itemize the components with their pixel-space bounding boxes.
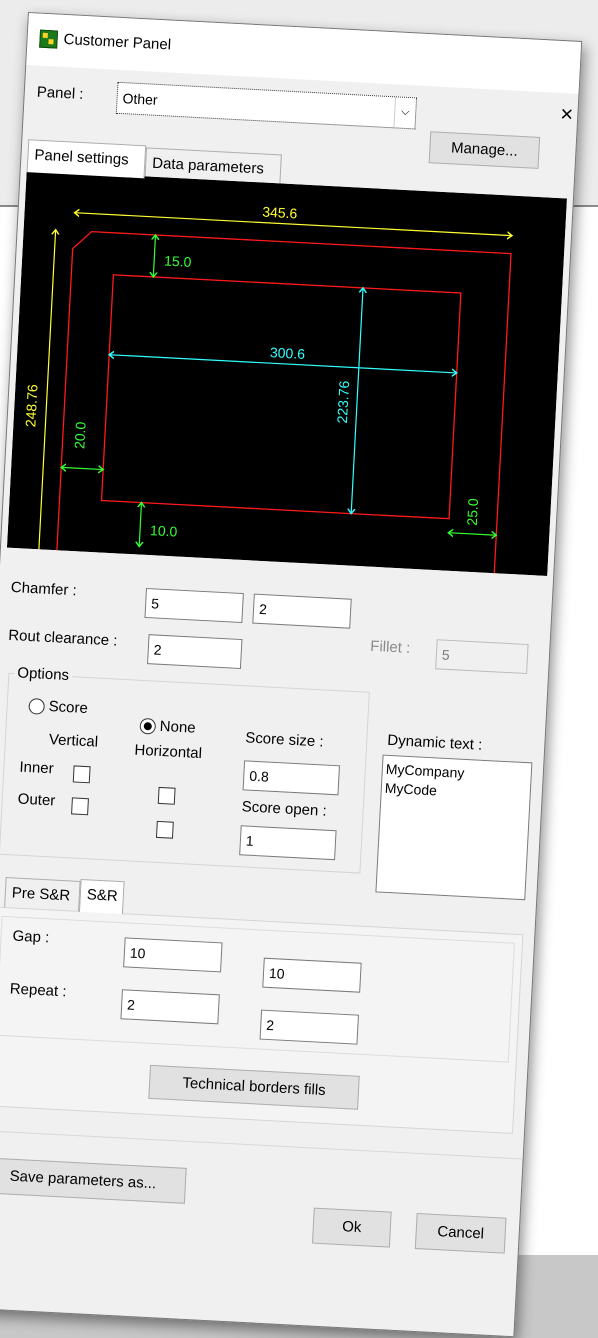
close-icon[interactable]: × bbox=[560, 101, 574, 127]
dynamic-text-label: Dynamic text : bbox=[386, 731, 483, 754]
chevron-down-icon[interactable]: ⌵ bbox=[393, 97, 417, 129]
score-open-input[interactable]: 1 bbox=[239, 825, 337, 861]
gap-input-1[interactable]: 10 bbox=[123, 937, 223, 973]
margin-bottom-text: 10.0 bbox=[150, 522, 178, 539]
customer-panel-dialog: Customer Panel Panel : Other ⌵ × Manage.… bbox=[0, 12, 583, 1338]
dynamic-text-box[interactable]: MyCompany MyCode bbox=[375, 754, 533, 901]
vertical-label: Vertical bbox=[48, 731, 99, 751]
cancel-button[interactable]: Cancel bbox=[414, 1212, 507, 1254]
save-parameters-button[interactable]: Save parameters as... bbox=[0, 1157, 187, 1204]
gap-label: Gap : bbox=[12, 927, 50, 947]
inner-height-text: 223.76 bbox=[334, 380, 352, 424]
score-radio-label: Score bbox=[48, 698, 89, 718]
inner-width-text: 300.6 bbox=[270, 344, 306, 362]
panel-dropdown-value: Other bbox=[122, 90, 159, 108]
outer-label: Outer bbox=[17, 790, 56, 810]
fillet-input: 5 bbox=[435, 639, 529, 675]
tab-panel-settings[interactable]: Panel settings bbox=[26, 139, 147, 179]
overall-width-text: 345.6 bbox=[262, 204, 298, 222]
inner-label: Inner bbox=[19, 758, 55, 778]
horizontal-label: Horizontal bbox=[134, 741, 203, 763]
manage-button[interactable]: Manage... bbox=[428, 131, 541, 169]
repeat-input-1[interactable]: 2 bbox=[120, 989, 220, 1025]
repeat-input-2[interactable]: 2 bbox=[259, 1009, 359, 1045]
inner-horizontal-checkbox[interactable] bbox=[157, 786, 176, 805]
chamfer-input-1[interactable]: 5 bbox=[144, 587, 244, 624]
score-size-input[interactable]: 0.8 bbox=[242, 760, 340, 796]
panel-diagram: 345.6 248.76 300.6 223.76 15.0 10.0 20.0… bbox=[6, 170, 567, 576]
tab-pre-sr[interactable]: Pre S&R bbox=[4, 877, 81, 911]
none-radio-label: None bbox=[159, 717, 197, 737]
margin-top-text: 15.0 bbox=[164, 252, 192, 269]
rout-clearance-input[interactable]: 2 bbox=[147, 634, 243, 670]
rout-clearance-label: Rout clearance : bbox=[7, 626, 118, 650]
repeat-label: Repeat : bbox=[9, 980, 67, 1001]
overall-height-text: 248.76 bbox=[22, 384, 40, 428]
outer-vertical-checkbox[interactable] bbox=[71, 797, 89, 816]
chamfer-input-2[interactable]: 2 bbox=[252, 593, 352, 629]
ok-button[interactable]: Ok bbox=[311, 1207, 392, 1248]
gap-input-2[interactable]: 10 bbox=[262, 957, 362, 993]
footer-separator bbox=[0, 1129, 523, 1160]
panel-dropdown[interactable]: Other ⌵ bbox=[115, 81, 418, 130]
margin-left-text: 20.0 bbox=[71, 421, 88, 449]
app-icon bbox=[39, 29, 59, 49]
panel-label: Panel : bbox=[36, 83, 84, 104]
margin-right-text: 25.0 bbox=[464, 498, 481, 526]
diagram-background bbox=[6, 170, 567, 576]
chamfer-label: Chamfer : bbox=[10, 578, 78, 600]
fillet-label: Fillet : bbox=[369, 637, 411, 657]
options-group-label: Options bbox=[13, 664, 73, 685]
outer-horizontal-checkbox[interactable] bbox=[155, 820, 174, 839]
inner-vertical-checkbox[interactable] bbox=[72, 765, 91, 784]
tab-sr[interactable]: S&R bbox=[78, 878, 125, 915]
dialog-title: Customer Panel bbox=[63, 30, 172, 54]
